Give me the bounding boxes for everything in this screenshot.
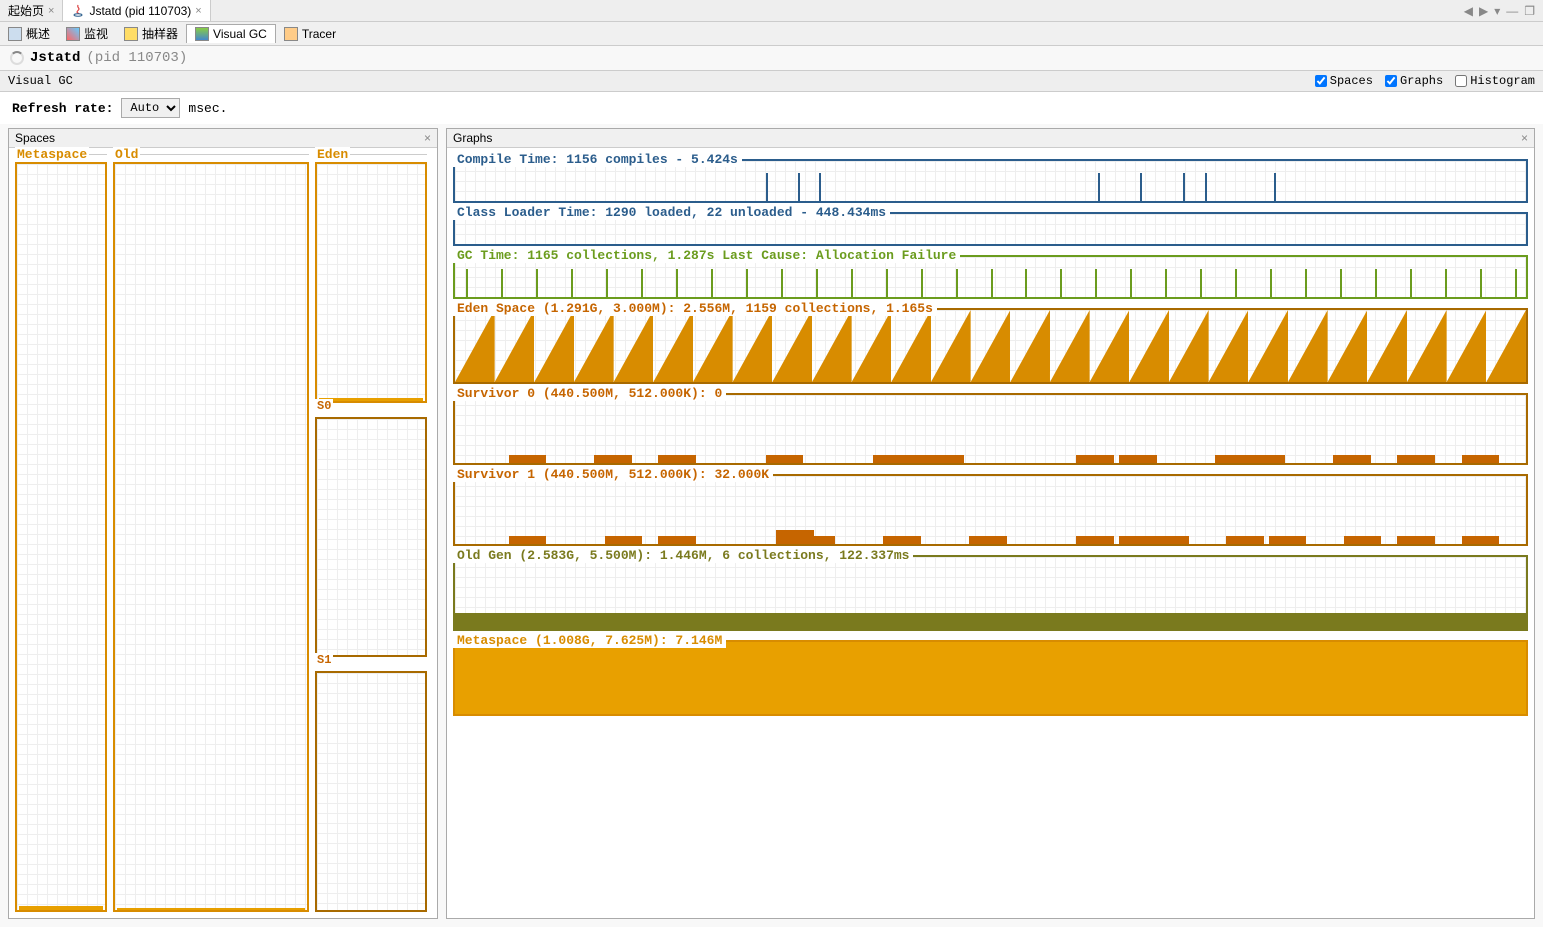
checkbox-graphs[interactable]: Graphs [1385,74,1443,88]
old-label: Old Gen (2.583G, 5.500M): 1.446M, 6 coll… [453,548,913,563]
old-fill [117,908,305,910]
s0-chart [315,417,427,658]
space-old: Old [113,154,309,912]
monitor-icon [66,27,80,41]
sampler-icon [124,27,138,41]
tab-start-label: 起始页 [8,2,44,19]
checkbox-spaces-input[interactable] [1315,75,1327,87]
classloader-label: Class Loader Time: 1290 loaded, 22 unloa… [453,205,890,220]
toolbar-sampler[interactable]: 抽样器 [116,23,186,44]
toolbar-tracer[interactable]: Tracer [276,25,344,43]
maximize-icon[interactable]: ❐ [1524,4,1535,18]
eden-label: Eden Space (1.291G, 3.000M): 2.556M, 115… [453,301,937,316]
view-toolbar: 概述 监视 抽样器 Visual GC Tracer [0,22,1543,46]
close-icon[interactable]: × [1521,131,1528,145]
s0-label: Survivor 0 (440.500M, 512.000K): 0 [453,386,726,401]
panels: Spaces × Metaspace Old Eden [0,124,1543,927]
graph-old: Old Gen (2.583G, 5.500M): 1.446M, 6 coll… [453,548,1528,631]
graph-s1: Survivor 1 (440.500M, 512.000K): 32.000K [453,467,1528,546]
eden-title: Eden [315,147,350,162]
metaspace-fill [19,906,103,910]
checkbox-graphs-input[interactable] [1385,75,1397,87]
panel-title: Visual GC [8,74,73,88]
tab-jstatd-label: Jstatd (pid 110703) [89,4,191,18]
tab-jstatd[interactable]: Jstatd (pid 110703) × [63,0,210,21]
old-chart [113,162,309,912]
compile-label: Compile Time: 1156 compiles - 5.424s [453,152,742,167]
nav-left-icon[interactable]: ◀ [1464,4,1473,18]
graphs-panel: Graphs × Compile Time: 1156 compiles - 5… [446,128,1535,919]
checkbox-histogram-input[interactable] [1455,75,1467,87]
checkbox-spaces[interactable]: Spaces [1315,74,1373,88]
tab-start[interactable]: 起始页 × [0,0,63,21]
gc-label: GC Time: 1165 collections, 1.287s Last C… [453,248,960,263]
refresh-select[interactable]: Auto [121,98,180,118]
graph-s0: Survivor 0 (440.500M, 512.000K): 0 [453,386,1528,465]
spaces-body: Metaspace Old Eden S0 S [9,148,437,918]
toolbar-monitor[interactable]: 监视 [58,23,116,44]
metaspace-chart [453,640,1528,716]
tracer-icon [284,27,298,41]
graph-metaspace: Metaspace (1.008G, 7.625M): 7.146M [453,633,1528,716]
s1-chart [315,671,427,912]
s1-chart [453,474,1528,546]
panel-bar: Visual GC Spaces Graphs Histogram [0,70,1543,92]
window-controls: ◀ ▶ ▾ — ❐ [1464,4,1543,18]
graph-eden: Eden Space (1.291G, 3.000M): 2.556M, 115… [453,301,1528,384]
app-title: Jstatd (pid 110703) [0,46,1543,70]
nav-right-icon[interactable]: ▶ [1479,4,1488,18]
metaspace-chart [15,162,107,912]
graph-gc: GC Time: 1165 collections, 1.287s Last C… [453,248,1528,299]
metaspace-label: Metaspace (1.008G, 7.625M): 7.146M [453,633,726,648]
close-icon[interactable]: × [195,5,201,17]
s1-title: S1 [315,653,333,667]
overview-icon [8,27,22,41]
java-icon [71,4,85,18]
eden-chart [315,162,427,403]
refresh-row: Refresh rate: Auto msec. [0,92,1543,124]
graphs-header: Graphs × [447,129,1534,148]
old-title: Old [113,147,140,162]
graphs-body: Compile Time: 1156 compiles - 5.424s Cla… [447,148,1534,918]
space-metaspace: Metaspace [15,154,107,912]
s0-title: S0 [315,399,333,413]
s1-label: Survivor 1 (440.500M, 512.000K): 32.000K [453,467,773,482]
metaspace-fill [455,642,1526,714]
spaces-header: Spaces × [9,129,437,148]
s0-chart [453,393,1528,465]
space-eden-group: Eden S0 S1 [315,154,427,912]
toolbar-overview[interactable]: 概述 [0,23,58,44]
minimize-icon[interactable]: — [1506,4,1518,18]
metaspace-title: Metaspace [15,147,89,162]
close-icon[interactable]: × [48,5,54,17]
eden-chart [453,308,1528,384]
refresh-unit: msec. [188,101,227,116]
eden-fill [319,398,423,401]
checkbox-histogram[interactable]: Histogram [1455,74,1535,88]
spinner-icon [10,51,24,65]
close-icon[interactable]: × [424,131,431,145]
menu-dropdown-icon[interactable]: ▾ [1494,4,1500,18]
toolbar-visualgc[interactable]: Visual GC [186,24,276,43]
graph-compile: Compile Time: 1156 compiles - 5.424s [453,152,1528,203]
editor-tabs: 起始页 × Jstatd (pid 110703) × ◀ ▶ ▾ — ❐ [0,0,1543,22]
visualgc-icon [195,27,209,41]
old-fill [455,613,1526,629]
old-chart [453,555,1528,631]
process-pid: (pid 110703) [86,50,187,66]
refresh-label: Refresh rate: [12,101,113,116]
spaces-panel: Spaces × Metaspace Old Eden [8,128,438,919]
process-name: Jstatd [30,50,80,66]
graph-classloader: Class Loader Time: 1290 loaded, 22 unloa… [453,205,1528,246]
